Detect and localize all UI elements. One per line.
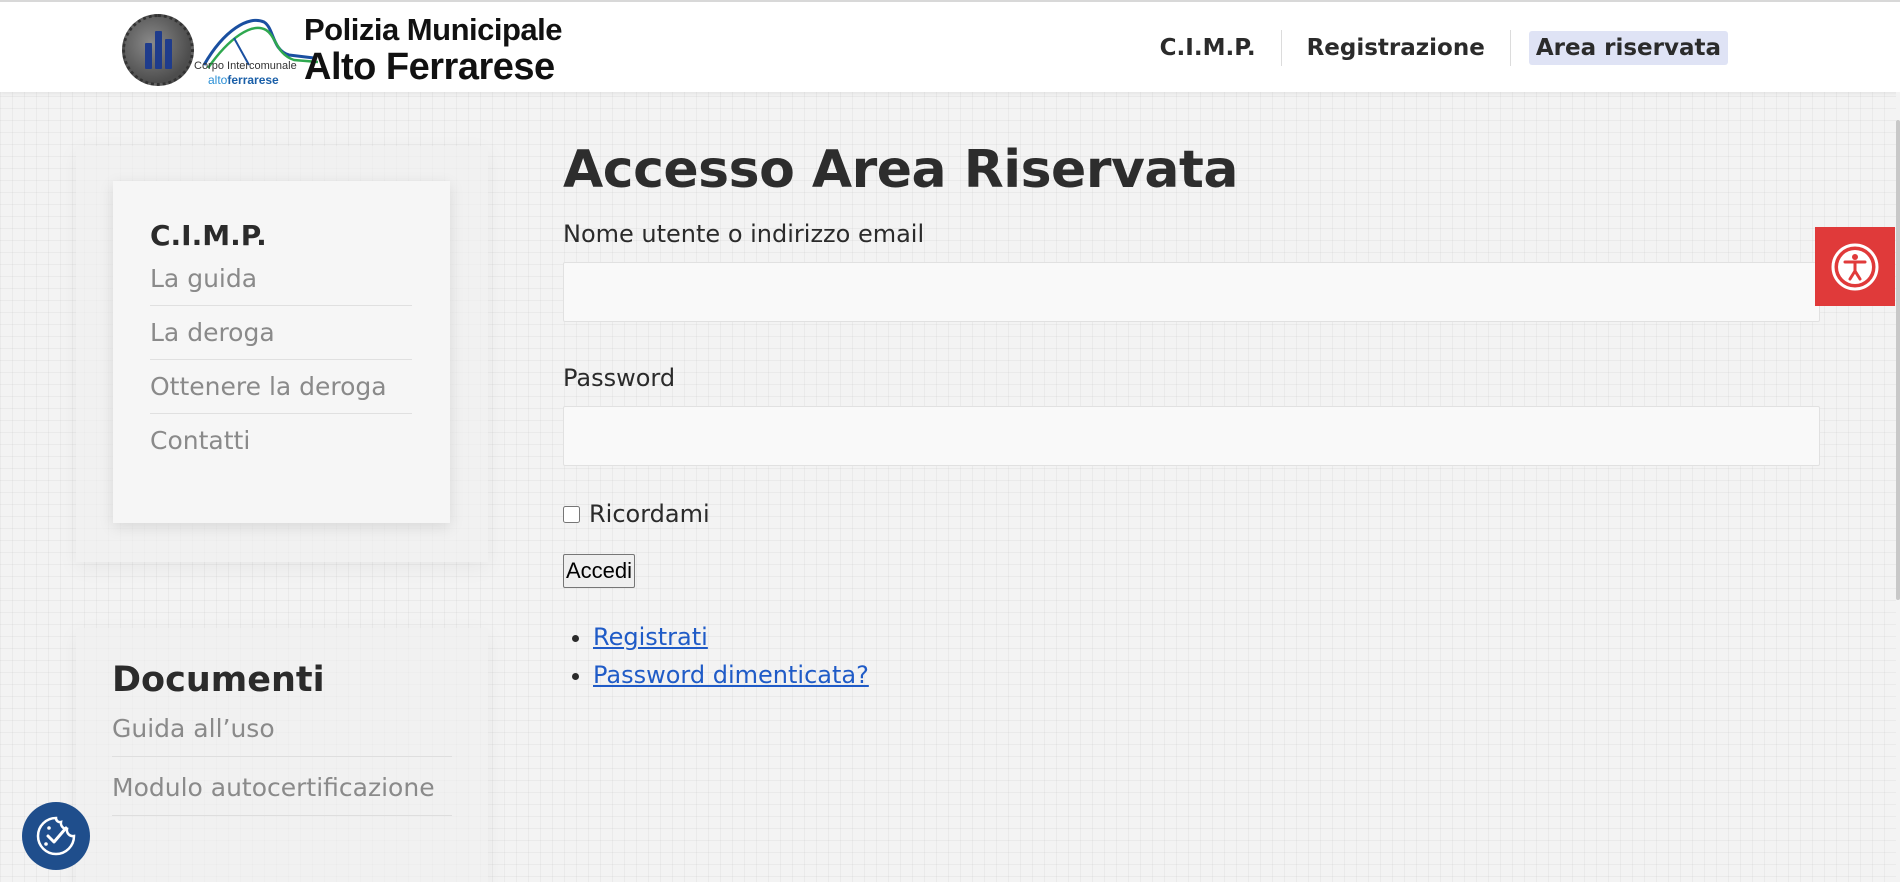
sidebar-item-la-deroga[interactable]: La deroga [150,306,412,360]
nav-divider [1509,30,1511,66]
documents-card: Documenti Guida all’uso Modulo autocerti… [76,628,488,882]
nav-item-area-riservata[interactable]: Area riservata [1528,31,1728,65]
list-item: Registrati [593,618,1823,656]
logo-badge-icon [122,14,194,86]
nav-divider [1280,30,1282,66]
nav-item-registrazione[interactable]: Registrazione [1300,31,1492,65]
remember-me-label: Ricordami [589,500,710,528]
logo-subtitle-brand: altoferrarese [208,73,279,87]
logo-subtitle: Corpo Intercomunale [194,60,297,72]
username-input[interactable] [563,262,1820,322]
accessibility-icon [1831,243,1879,290]
forgot-password-link[interactable]: Password dimenticata? [593,661,869,689]
site-header: Corpo Intercomunale altoferrarese Polizi… [0,0,1900,92]
sidebar-item-ottenere-la-deroga[interactable]: Ottenere la deroga [150,360,412,414]
main-nav: C.I.M.P. Registrazione Area riservata [1153,30,1728,66]
scrollbar-thumb[interactable] [1896,120,1900,600]
cookie-consent-button[interactable] [22,802,90,870]
document-item-modulo[interactable]: Modulo autocertificazione [112,773,452,816]
sidebar-item-la-guida[interactable]: La guida [150,260,412,306]
nav-item-cimp[interactable]: C.I.M.P. [1153,31,1263,65]
cookie-consent-icon [36,816,76,856]
site-logo[interactable]: Corpo Intercomunale altoferrarese Polizi… [122,10,582,88]
password-label: Password [563,364,676,392]
login-submit-button[interactable]: Accedi [563,554,636,588]
accessibility-button[interactable] [1815,227,1895,306]
sidebar-title: C.I.M.P. [150,219,267,252]
document-item-guida[interactable]: Guida all’uso [112,714,452,757]
username-label: Nome utente o indirizzo email [563,220,925,248]
logo-title: Polizia Municipale [304,12,563,47]
login-links: Registrati Password dimenticata? [563,618,1823,694]
sidebar-item-contatti[interactable]: Contatti [150,414,412,467]
documents-title: Documenti [112,660,325,700]
login-section: Accesso Area Riservata Nome utente o ind… [563,140,1823,694]
login-form: Nome utente o indirizzo email Password R… [563,220,1823,694]
logo-title-secondary: Alto Ferrarese [304,46,555,88]
register-link[interactable]: Registrati [593,623,708,651]
page-title: Accesso Area Riservata [563,140,1238,200]
remember-me-row: Ricordami [563,500,1823,528]
password-input[interactable] [563,406,1820,466]
remember-me-checkbox[interactable] [563,505,580,523]
sidebar-menu: C.I.M.P. La guida La deroga Ottenere la … [113,181,450,523]
list-item: Password dimenticata? [593,656,1823,694]
